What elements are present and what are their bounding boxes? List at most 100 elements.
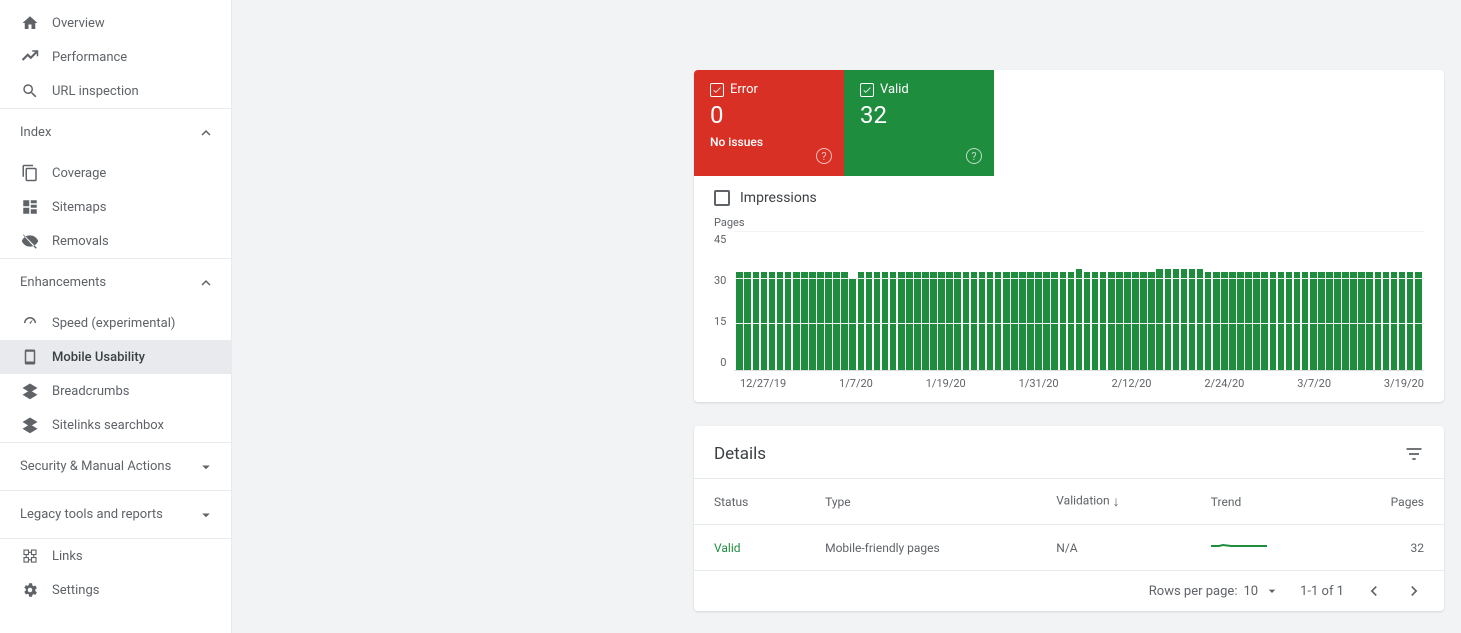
chart-bar xyxy=(1407,272,1414,370)
col-type[interactable]: Type xyxy=(805,479,1036,525)
col-pages[interactable]: Pages xyxy=(1334,479,1444,525)
xtick: 2/12/20 xyxy=(1111,377,1151,390)
sidebar-item-removals[interactable]: Removals xyxy=(0,224,231,258)
gear-icon xyxy=(20,580,40,600)
xtick: 1/19/20 xyxy=(926,377,966,390)
search-icon xyxy=(20,81,40,101)
details-table: Status Type Validation ↓ Trend Pages Val… xyxy=(694,478,1444,570)
sitemaps-icon xyxy=(20,197,40,217)
col-status[interactable]: Status xyxy=(694,479,805,525)
chart-bar xyxy=(995,272,1002,370)
chart-bar xyxy=(1165,269,1172,370)
sidebar-item-settings[interactable]: Settings xyxy=(0,573,231,607)
performance-icon xyxy=(20,47,40,67)
ytick: 30 xyxy=(714,274,726,287)
sidebar-item-url-inspection[interactable]: URL inspection xyxy=(0,74,231,108)
sidebar-item-coverage[interactable]: Coverage xyxy=(0,156,231,190)
chart-bar xyxy=(1205,272,1212,370)
chevron-down-icon xyxy=(197,458,215,476)
chart-bar xyxy=(1068,272,1075,370)
sidebar-item-label: Coverage xyxy=(52,166,106,181)
chart-bar xyxy=(1197,269,1204,370)
chart-bar xyxy=(1245,272,1252,370)
prev-page-button[interactable] xyxy=(1364,581,1384,601)
chart-bar xyxy=(963,272,970,370)
chart-bar xyxy=(930,272,937,370)
tile-label: Valid xyxy=(880,82,909,97)
valid-tile[interactable]: Valid 32 ? xyxy=(844,70,994,176)
chart-bar xyxy=(1261,272,1268,370)
chart-bar xyxy=(1181,269,1188,370)
rows-value: 10 xyxy=(1243,584,1258,599)
sidebar-item-sitelinks-searchbox[interactable]: Sitelinks searchbox xyxy=(0,408,231,442)
rows-per-page[interactable]: Rows per page: 10 xyxy=(1149,583,1280,599)
xtick: 1/7/20 xyxy=(839,377,873,390)
chart-bar xyxy=(1116,272,1123,370)
links-icon xyxy=(20,546,40,566)
chart-bar xyxy=(1237,272,1244,370)
sidebar-item-breadcrumbs[interactable]: Breadcrumbs xyxy=(0,374,231,408)
sidebar: Overview Performance URL inspection Inde… xyxy=(0,0,232,633)
table-row[interactable]: Valid Mobile-friendly pages N/A 32 xyxy=(694,525,1444,571)
chart-bar xyxy=(809,272,816,370)
chart-bar xyxy=(1286,272,1293,370)
error-tile[interactable]: Error 0 No issues ? xyxy=(694,70,844,176)
help-icon[interactable]: ? xyxy=(816,148,832,164)
filter-icon[interactable] xyxy=(1404,444,1424,464)
chart-bar xyxy=(1140,272,1147,370)
col-trend[interactable]: Trend xyxy=(1191,479,1335,525)
section-title: Security & Manual Actions xyxy=(20,459,171,474)
tile-count: 32 xyxy=(860,101,978,129)
main-content: Error 0 No issues ? Valid 32 ? Impressio… xyxy=(232,0,1461,633)
chart-bar xyxy=(753,272,760,370)
sidebar-section-legacy[interactable]: Legacy tools and reports xyxy=(0,490,231,538)
cell-pages: 32 xyxy=(1334,525,1444,571)
impressions-toggle[interactable]: Impressions xyxy=(694,176,1444,216)
chart-bar xyxy=(1358,272,1365,370)
sidebar-item-mobile-usability[interactable]: Mobile Usability xyxy=(0,340,231,374)
chart-bar xyxy=(1100,272,1107,370)
next-page-button[interactable] xyxy=(1404,581,1424,601)
chart-bar xyxy=(1270,272,1277,370)
sidebar-item-label: URL inspection xyxy=(52,84,139,99)
sidebar-item-speed[interactable]: Speed (experimental) xyxy=(0,306,231,340)
chart-bar xyxy=(777,272,784,370)
chart-bar xyxy=(1229,272,1236,370)
sidebar-item-sitemaps[interactable]: Sitemaps xyxy=(0,190,231,224)
xtick: 12/27/19 xyxy=(740,377,786,390)
chart-bar xyxy=(1003,272,1010,370)
sidebar-item-label: Overview xyxy=(52,16,105,31)
cell-type: Mobile-friendly pages xyxy=(805,525,1036,571)
sidebar-item-links[interactable]: Links xyxy=(0,539,231,573)
chart-bar xyxy=(1043,272,1050,370)
ytick: 45 xyxy=(714,233,726,246)
cell-trend xyxy=(1191,525,1335,571)
chart-bar xyxy=(882,272,889,370)
chart-bar xyxy=(825,272,832,370)
chart-bar xyxy=(898,272,905,370)
chart-bar xyxy=(1294,272,1301,370)
chart-bar xyxy=(1189,269,1196,370)
tile-label: Error xyxy=(730,82,758,97)
sidebar-section-index[interactable]: Index xyxy=(0,108,231,156)
section-title: Index xyxy=(20,125,51,140)
ytick: 0 xyxy=(720,356,726,369)
breadcrumbs-icon xyxy=(20,381,40,401)
chart-bar xyxy=(1278,272,1285,370)
chart-bar xyxy=(858,272,865,370)
summary-card: Error 0 No issues ? Valid 32 ? Impressio… xyxy=(694,70,1444,402)
details-title: Details xyxy=(714,444,766,464)
sidebar-section-security[interactable]: Security & Manual Actions xyxy=(0,442,231,490)
sidebar-item-label: Removals xyxy=(52,234,109,249)
col-validation[interactable]: Validation ↓ xyxy=(1036,479,1190,525)
chart-bar xyxy=(1415,272,1422,370)
chart-bar xyxy=(979,272,986,370)
sidebar-section-enhancements[interactable]: Enhancements xyxy=(0,258,231,306)
page-range: 1-1 of 1 xyxy=(1300,584,1344,599)
sidebar-item-overview[interactable]: Overview xyxy=(0,6,231,40)
sidebar-item-label: Links xyxy=(52,549,83,564)
chart-bar xyxy=(1084,272,1091,370)
chart-bar xyxy=(1108,272,1115,370)
help-icon[interactable]: ? xyxy=(966,148,982,164)
sidebar-item-performance[interactable]: Performance xyxy=(0,40,231,74)
